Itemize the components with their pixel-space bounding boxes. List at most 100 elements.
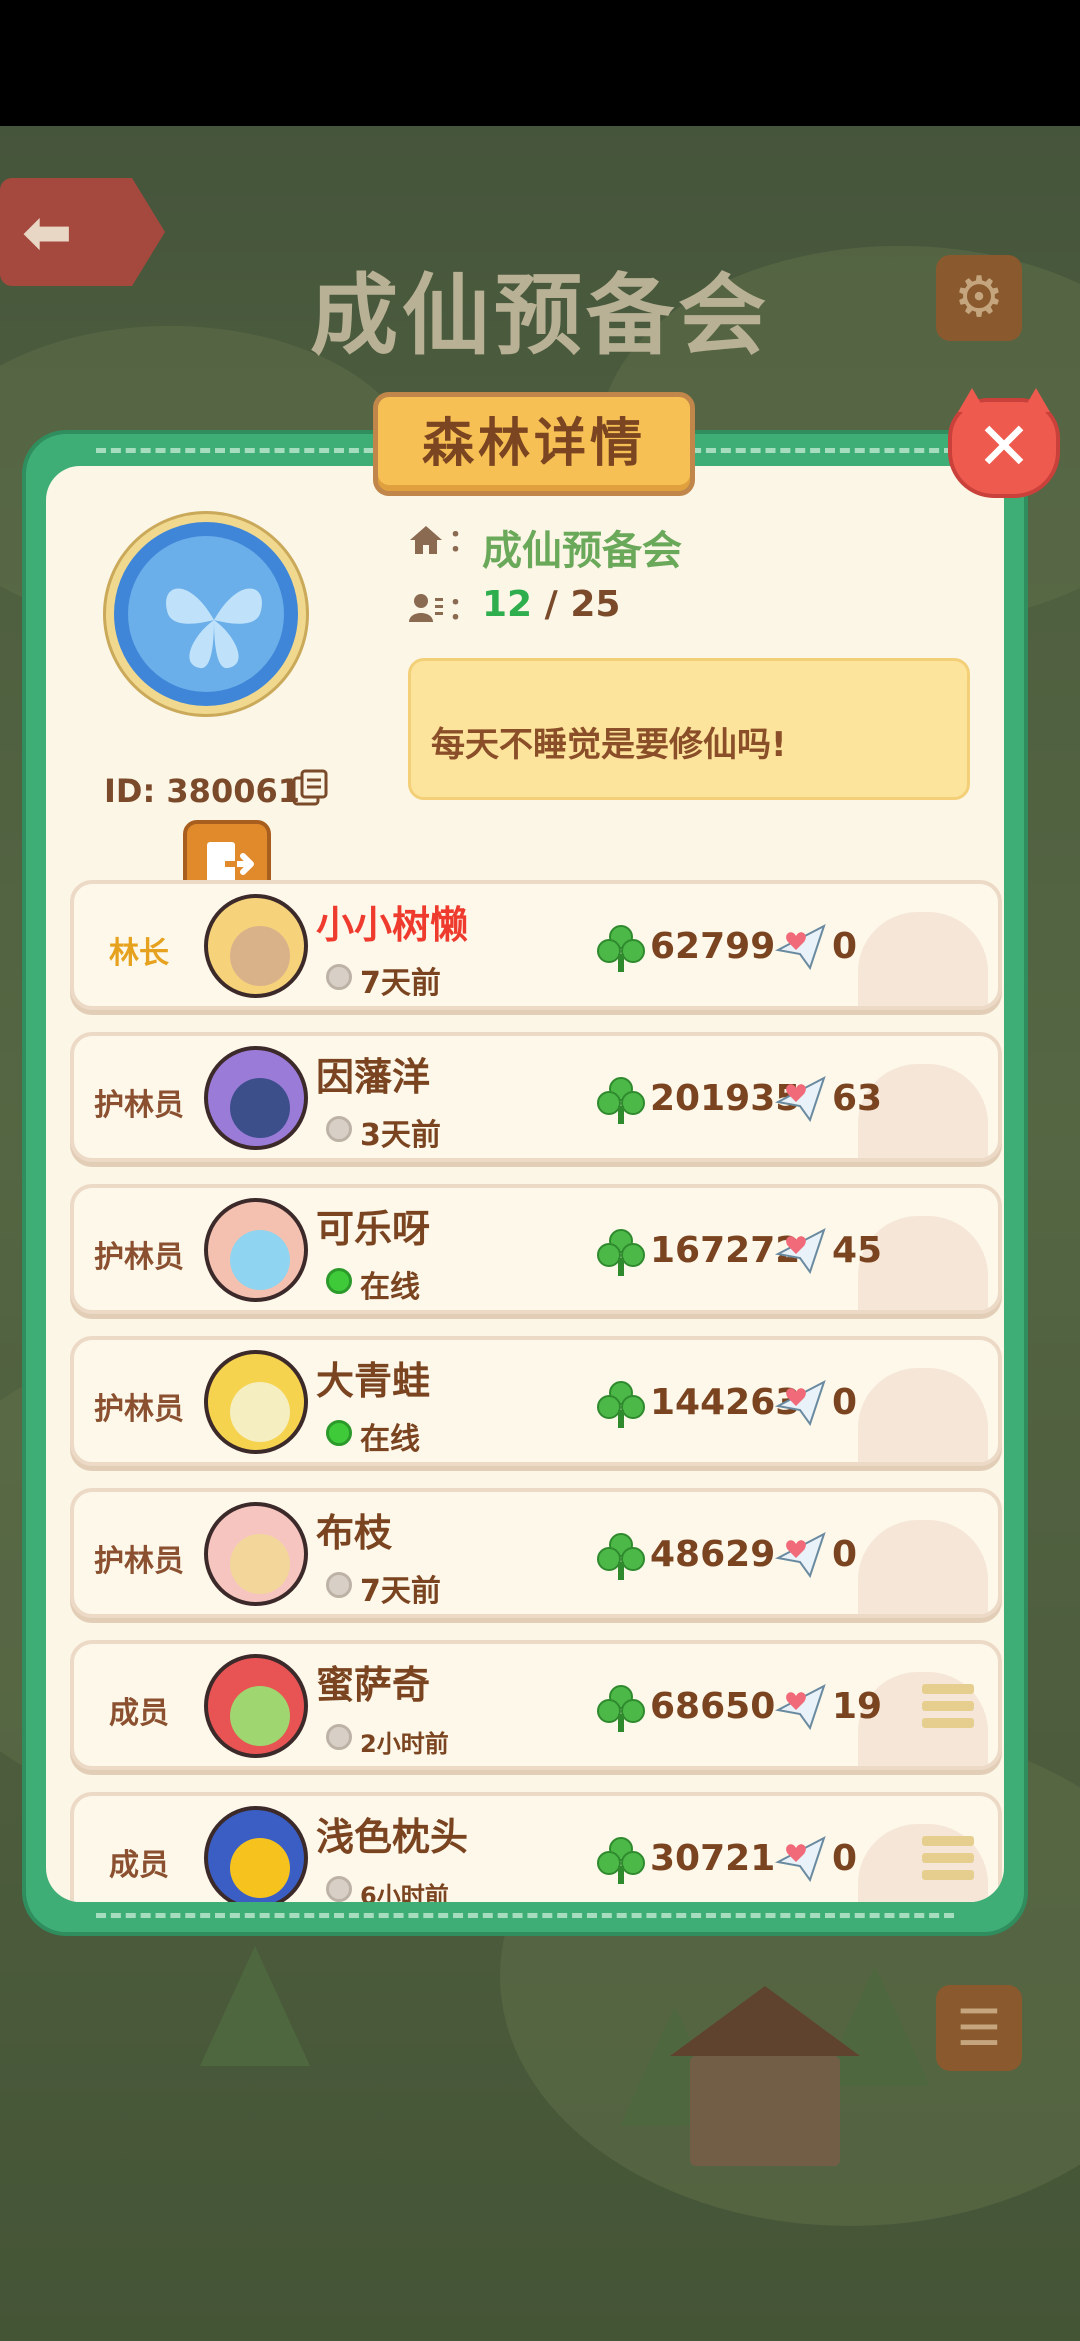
member-name: 大青蛙 — [316, 1359, 431, 1403]
copy-icon[interactable] — [290, 768, 330, 808]
member-name: 布枝 — [316, 1511, 393, 1555]
count-colon: ： — [448, 592, 478, 627]
member-name: 小小树懒 — [316, 903, 469, 947]
member-row[interactable]: 成员 浅色枕头 6小时前 30721 0 — [70, 1792, 1002, 1902]
member-score: 68650 — [650, 1686, 776, 1727]
member-status: 7天前 — [360, 966, 441, 1001]
avatar-face — [230, 1382, 290, 1442]
settings-button[interactable]: ⚙ — [936, 255, 1022, 341]
member-likes: 63 — [832, 1078, 883, 1119]
member-name: 蜜萨奇 — [316, 1663, 431, 1707]
forest-id: ID: 380061 — [104, 772, 300, 810]
member-count-separator: / — [544, 584, 558, 625]
dialog-content: ID: 380061 ： 成仙预备会 ： 12 / 25 每天不睡觉是要修仙吗!… — [46, 466, 1004, 1902]
member-status: 6小时前 — [360, 1882, 449, 1902]
member-name: 浅色枕头 — [316, 1815, 469, 1859]
avatar-face — [230, 1686, 290, 1746]
forest-emblem — [106, 514, 306, 714]
member-menu-button[interactable] — [922, 1836, 974, 1886]
member-status: 3天前 — [360, 1118, 441, 1153]
status-dot-icon — [326, 1420, 352, 1446]
forest-name: 成仙预备会 — [482, 528, 682, 574]
clover-icon — [597, 1837, 645, 1884]
gear-icon: ⚙ — [953, 265, 1005, 330]
member-score: 30721 — [650, 1838, 776, 1879]
contact-button[interactable]: ☰ — [936, 1985, 1022, 2071]
avatar-face — [230, 926, 290, 986]
name-colon: ： — [448, 524, 478, 559]
member-role: 护林员 — [94, 1544, 184, 1579]
member-likes: 0 — [832, 1534, 858, 1575]
member-likes: 19 — [832, 1686, 883, 1727]
ghost-decoration — [858, 912, 988, 1006]
panel-bottom-dash — [96, 1913, 954, 1918]
member-status: 2小时前 — [360, 1730, 449, 1758]
member-avatar[interactable] — [204, 1046, 308, 1150]
butterfly-icon — [166, 588, 262, 669]
member-role: 成员 — [109, 1696, 169, 1731]
avatar-face — [230, 1838, 290, 1898]
clover-icon — [597, 1381, 645, 1428]
status-dot-icon — [326, 1876, 352, 1902]
clover-icon — [597, 1533, 645, 1580]
member-row[interactable]: 护林员 因藩洋 3天前 201935 63 — [70, 1032, 1002, 1162]
member-role: 成员 — [109, 1848, 169, 1883]
member-count-current: 12 — [482, 584, 533, 625]
status-dot-icon — [326, 1268, 352, 1294]
member-name: 因藩洋 — [316, 1055, 431, 1099]
member-row[interactable]: 林长 小小树懒 7天前 62799 0 — [70, 880, 1002, 1010]
member-avatar[interactable] — [204, 894, 308, 998]
heart-plane-icon[interactable] — [774, 1376, 828, 1430]
status-dot-icon — [326, 1572, 352, 1598]
clover-icon — [597, 925, 645, 972]
member-likes: 0 — [832, 1838, 858, 1879]
member-avatar[interactable] — [204, 1806, 308, 1902]
clover-icon — [597, 1077, 645, 1124]
close-icon: ✕ — [976, 408, 1032, 485]
clover-icon — [597, 1685, 645, 1732]
heart-plane-icon[interactable] — [774, 1072, 828, 1126]
member-name: 可乐呀 — [316, 1207, 431, 1251]
forest-detail-dialog: ID: 380061 ： 成仙预备会 ： 12 / 25 每天不睡觉是要修仙吗!… — [22, 430, 1028, 1936]
member-role: 林长 — [109, 936, 169, 971]
member-avatar[interactable] — [204, 1350, 308, 1454]
member-score: 48629 — [650, 1534, 776, 1575]
close-button[interactable]: ✕ — [948, 388, 1060, 498]
member-likes: 45 — [832, 1230, 883, 1271]
forest-motto: 每天不睡觉是要修仙吗! — [408, 658, 970, 800]
member-count: 12 / 25 — [482, 584, 620, 625]
member-role: 护林员 — [94, 1392, 184, 1427]
member-likes: 0 — [832, 926, 858, 967]
avatar-face — [230, 1078, 290, 1138]
heart-plane-icon[interactable] — [774, 1224, 828, 1278]
clover-icon — [597, 1229, 645, 1276]
ghost-decoration — [858, 1368, 988, 1462]
members-icon — [409, 594, 443, 622]
member-avatar[interactable] — [204, 1198, 308, 1302]
member-avatar[interactable] — [204, 1654, 308, 1758]
avatar-face — [230, 1534, 290, 1594]
member-row[interactable]: 护林员 布枝 7天前 48629 0 — [70, 1488, 1002, 1618]
member-status: 在线 — [360, 1422, 420, 1457]
member-menu-button[interactable] — [922, 1684, 974, 1734]
contact-card-icon: ☰ — [956, 1999, 1002, 2057]
member-row[interactable]: 成员 蜜萨奇 2小时前 68650 19 — [70, 1640, 1002, 1770]
member-status: 在线 — [360, 1270, 420, 1305]
member-row[interactable]: 护林员 大青蛙 在线 144263 0 — [70, 1336, 1002, 1466]
dialog-title: 森林详情 — [421, 414, 646, 474]
avatar-face — [230, 1230, 290, 1290]
member-likes: 0 — [832, 1382, 858, 1423]
heart-plane-icon[interactable] — [774, 1832, 828, 1886]
heart-plane-icon[interactable] — [774, 920, 828, 974]
status-dot-icon — [326, 964, 352, 990]
dialog-title-plate: 森林详情 — [373, 392, 695, 496]
heart-plane-icon[interactable] — [774, 1528, 828, 1582]
member-row[interactable]: 护林员 可乐呀 在线 167272 45 — [70, 1184, 1002, 1314]
home-icon — [410, 526, 442, 554]
ghost-decoration — [858, 1520, 988, 1614]
status-dot-icon — [326, 1116, 352, 1142]
member-avatar[interactable] — [204, 1502, 308, 1606]
member-status: 7天前 — [360, 1574, 441, 1609]
member-score: 62799 — [650, 926, 776, 967]
heart-plane-icon[interactable] — [774, 1680, 828, 1734]
